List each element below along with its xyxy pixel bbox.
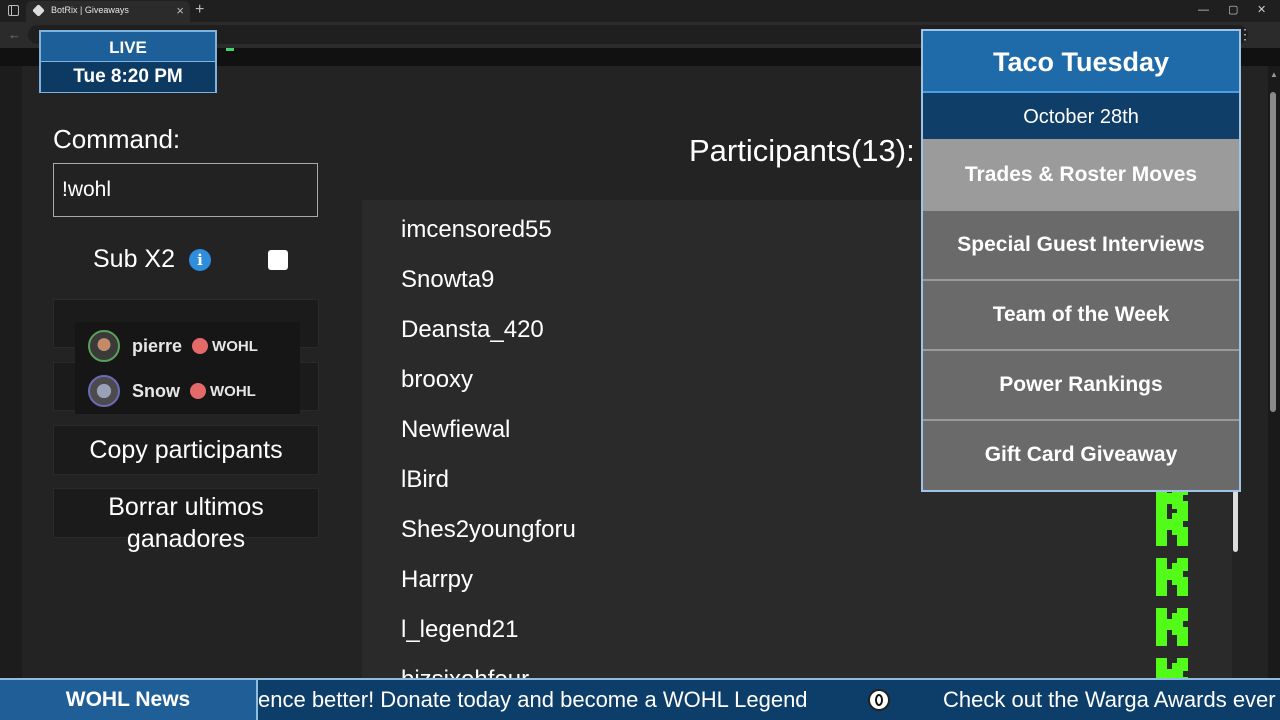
- tab-title: BotRix | Giveaways: [51, 5, 129, 15]
- chat-username: pierre: [132, 335, 183, 356]
- participant-name: lBird: [401, 466, 450, 493]
- info-icon[interactable]: i: [189, 249, 211, 271]
- participant-name: Harrpy: [401, 566, 474, 593]
- segment-item: Team of the Week: [923, 279, 1239, 349]
- browser-tab[interactable]: BotRix | Giveaways ×: [26, 1, 190, 22]
- news-ticker: WOHL News ence better! Donate today and …: [0, 678, 1280, 720]
- new-tab-icon[interactable]: +: [195, 0, 204, 20]
- kick-icon: [1156, 608, 1188, 646]
- live-status: LIVE: [41, 32, 215, 61]
- command-input[interactable]: [53, 163, 318, 217]
- chat-text: WOHL: [210, 382, 256, 400]
- botrix-favicon-icon: [32, 4, 45, 17]
- page-scroll-thumb[interactable]: [1270, 92, 1276, 412]
- kick-icon: [1156, 558, 1188, 596]
- avatar: [88, 330, 120, 362]
- participant-name: l_legend21: [401, 616, 519, 643]
- kick-icon: [1156, 508, 1188, 546]
- show-title: Taco Tuesday: [923, 31, 1239, 93]
- ticker-scroll: ence better! Donate today and become a W…: [258, 680, 1280, 720]
- participant-name: bizsixohfour: [401, 666, 529, 678]
- participants-title: Participants(13):: [689, 133, 915, 168]
- participant-name: Snowta9: [401, 266, 495, 293]
- segment-item: Trades & Roster Moves: [923, 139, 1239, 209]
- close-window-icon[interactable]: ✕: [1257, 2, 1266, 18]
- segment-item: Special Guest Interviews: [923, 209, 1239, 279]
- live-badge: LIVE Tue 8:20 PM: [39, 30, 217, 93]
- scroll-up-icon[interactable]: ▲: [1270, 70, 1278, 79]
- command-label: Command:: [53, 124, 181, 154]
- fire-icon: [192, 338, 209, 354]
- borrar-ganadores-button[interactable]: Borrar ultimos ganadores: [53, 488, 319, 553]
- segment-item: Gift Card Giveaway: [923, 419, 1239, 489]
- window-menu-icon[interactable]: [8, 5, 19, 16]
- fire-icon: [190, 383, 206, 399]
- ticker-text: Check out the Warga Awards ever: [943, 687, 1276, 712]
- restore-icon[interactable]: ▢: [1228, 2, 1238, 18]
- participant-name: imcensored55: [401, 216, 552, 243]
- chat-message: Snow WOHL: [88, 373, 256, 409]
- show-rundown-panel: Taco Tuesday October 28th Trades & Roste…: [921, 29, 1241, 492]
- wohl-logo-icon: [868, 689, 890, 711]
- participant-name: brooxy: [401, 366, 474, 393]
- browser-tab-bar: BotRix | Giveaways × + — ▢ ✕: [0, 0, 1280, 22]
- chat-message: pierre WOHL: [88, 328, 258, 364]
- show-date: October 28th: [923, 93, 1239, 139]
- participant-name: Newfiewal: [401, 416, 511, 443]
- ticker-text: ence better! Donate today and become a W…: [258, 687, 808, 712]
- participant-name: Shes2youngforu: [401, 516, 576, 543]
- ticker-label: WOHL News: [0, 680, 258, 720]
- avatar: [88, 375, 120, 407]
- tab-close-icon[interactable]: ×: [176, 3, 184, 19]
- participant-name: Deansta_420: [401, 316, 544, 343]
- chat-text: WOHL: [212, 337, 258, 355]
- sub-x2-checkbox[interactable]: [268, 250, 288, 270]
- segment-item: Power Rankings: [923, 349, 1239, 419]
- status-indicator: [226, 48, 234, 51]
- minimize-icon[interactable]: —: [1198, 2, 1209, 18]
- back-icon[interactable]: ←: [8, 27, 21, 42]
- sub-x2-label: Sub X2: [93, 245, 176, 273]
- live-time: Tue 8:20 PM: [41, 61, 215, 92]
- chat-username: Snow: [132, 380, 180, 401]
- list-scrollbar[interactable]: [1233, 490, 1238, 552]
- copy-participants-button[interactable]: Copy participants: [53, 425, 319, 475]
- kick-icon: [1156, 658, 1188, 678]
